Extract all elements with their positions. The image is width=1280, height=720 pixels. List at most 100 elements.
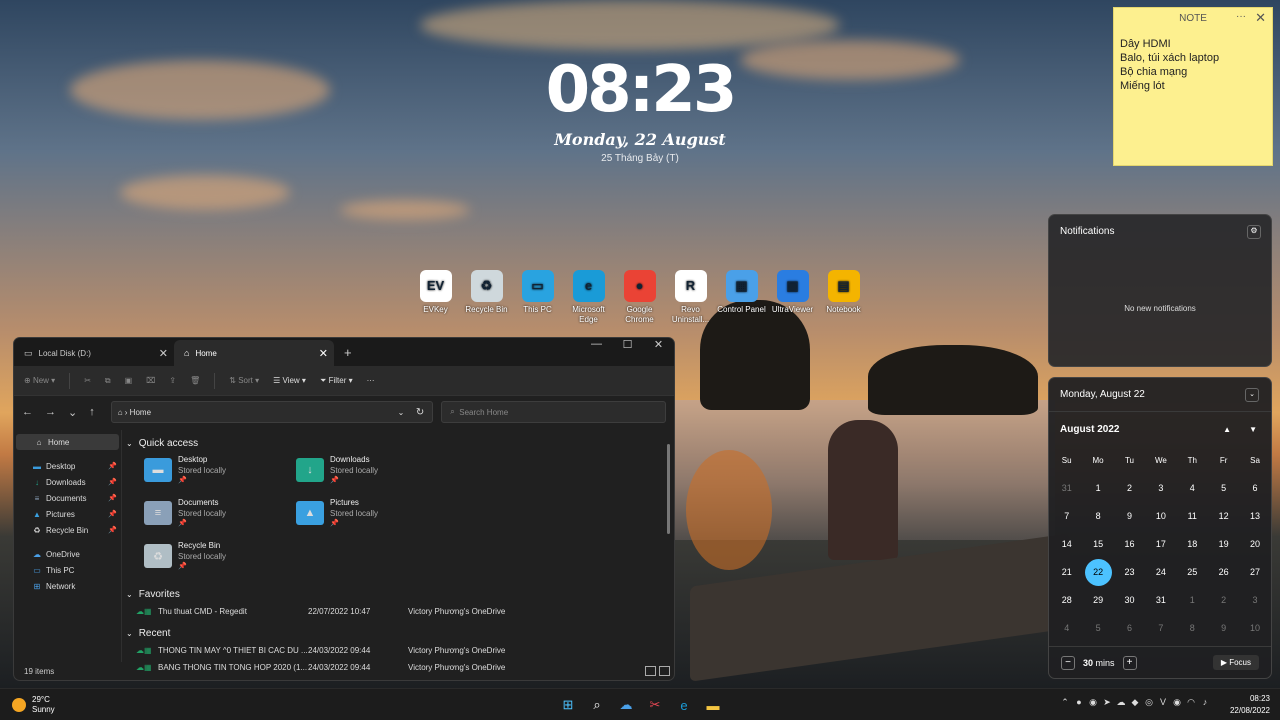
calendar-day[interactable]: 8 — [1177, 614, 1208, 642]
calendar-day[interactable]: 7 — [1145, 614, 1176, 642]
nav-item-recycle-bin[interactable]: ♻ Recycle Bin 📌 — [14, 522, 121, 538]
calendar-day[interactable]: 9 — [1114, 502, 1145, 530]
calendar-day[interactable]: 1 — [1177, 586, 1208, 614]
calendar-day[interactable]: 9 — [1208, 614, 1239, 642]
share-icon[interactable]: ⇪ — [169, 376, 176, 385]
file-explorer-window[interactable]: ▭ Local Disk (D:) ✕ ⌂ Home ✕ + — ☐ ✕ ⊕ N… — [13, 337, 675, 681]
evkey-tray-icon[interactable]: V — [1158, 697, 1168, 708]
note-body[interactable]: Dây HDMI Balo, túi xách laptop Bộ chia m… — [1114, 28, 1272, 102]
calendar-day[interactable]: 6 — [1239, 474, 1270, 502]
quick-access-item[interactable]: ♻ Recycle Bin Stored locally 📌 — [144, 538, 296, 581]
view-button[interactable]: ☰ View ▾ — [273, 376, 306, 385]
calendar-day[interactable]: 22 — [1084, 558, 1112, 586]
calendar-day[interactable]: 21 — [1051, 558, 1082, 586]
search-icon[interactable]: ⌕ — [585, 693, 609, 717]
snipping-tool-icon[interactable]: ✂ — [643, 693, 667, 717]
collapse-icon[interactable]: ⌄ — [1245, 387, 1259, 402]
calendar-day[interactable]: 30 — [1114, 586, 1145, 614]
file-row[interactable]: ☁▦ THONG TIN MAY ^0 THIET BI CAC DU ... 24… — [126, 642, 674, 659]
weather-widget[interactable]: 29°C Sunny — [12, 695, 55, 715]
section-quick-access[interactable]: ⌄ Quick access — [126, 434, 674, 452]
calendar-day[interactable]: 28 — [1051, 586, 1082, 614]
up-button[interactable]: ↑ — [89, 406, 95, 418]
new-tab-button[interactable]: + — [344, 340, 352, 366]
desktop-icon[interactable]: ▭ This PC — [512, 270, 563, 325]
desktop-icon[interactable]: ♻ Recycle Bin — [461, 270, 512, 325]
nav-item-network[interactable]: ⊞ Network — [14, 578, 121, 594]
calendar-day[interactable]: 16 — [1114, 530, 1145, 558]
calendar-day[interactable]: 20 — [1239, 530, 1270, 558]
search-input[interactable]: ⌕ Search Home — [441, 401, 666, 423]
calendar-day[interactable]: 18 — [1177, 530, 1208, 558]
tab-home[interactable]: ⌂ Home ✕ — [174, 340, 334, 366]
focus-button[interactable]: ▶ Focus — [1212, 655, 1259, 670]
quick-access-item[interactable]: ▲ Pictures Stored locally 📌 — [296, 495, 448, 538]
nav-item-documents[interactable]: ≡ Documents 📌 — [14, 490, 121, 506]
desktop-icon[interactable]: ● Google Chrome — [614, 270, 665, 325]
nav-item-onedrive[interactable]: ☁ OneDrive — [14, 546, 121, 562]
desktop-icon[interactable]: R Revo Uninstall... — [665, 270, 716, 325]
nav-item-this-pc[interactable]: ▭ This PC — [14, 562, 121, 578]
scrollbar[interactable] — [667, 444, 670, 534]
delete-icon[interactable]: 🗑 — [190, 376, 200, 385]
calendar-day[interactable]: 31 — [1051, 474, 1082, 502]
close-tab-icon[interactable]: ✕ — [319, 347, 328, 360]
calendar-day[interactable]: 15 — [1082, 530, 1113, 558]
calendar-day[interactable]: 11 — [1177, 502, 1208, 530]
onedrive-icon[interactable]: ☁ — [614, 693, 638, 717]
tray-app-icon[interactable]: ◉ — [1172, 697, 1182, 708]
tray-app-icon[interactable]: ◆ — [1130, 697, 1140, 708]
tray-app-icon[interactable]: ☁ — [1116, 697, 1126, 708]
tray-app-icon[interactable]: ● — [1074, 697, 1084, 708]
sort-button[interactable]: ⇅ Sort ▾ — [229, 376, 259, 385]
calendar-day[interactable]: 14 — [1051, 530, 1082, 558]
note-titlebar[interactable]: NOTE ··· ✕ — [1114, 8, 1272, 28]
desktop-icon[interactable]: e Microsoft Edge — [563, 270, 614, 325]
paste-icon[interactable]: ▣ — [125, 376, 133, 385]
quick-access-item[interactable]: ↓ Downloads Stored locally 📌 — [296, 452, 448, 495]
calendar-day[interactable]: 6 — [1114, 614, 1145, 642]
new-button[interactable]: ⊕ New ▾ — [24, 376, 55, 385]
tab-local-disk[interactable]: ▭ Local Disk (D:) ✕ — [14, 340, 174, 366]
calendar-day[interactable]: 5 — [1208, 474, 1239, 502]
address-bar[interactable]: ⌂ › Home ⌄ ↻ — [110, 401, 434, 423]
details-view-button[interactable] — [645, 666, 656, 676]
increase-minutes-button[interactable]: + — [1122, 655, 1137, 670]
calendar-day[interactable]: 26 — [1208, 558, 1239, 586]
desktop-icon[interactable]: ▤ Notebook — [818, 270, 869, 325]
calendar-day[interactable]: 7 — [1051, 502, 1082, 530]
calendar-day[interactable]: 1 — [1082, 474, 1113, 502]
calendar-day[interactable]: 19 — [1208, 530, 1239, 558]
wifi-icon[interactable]: ◠ — [1186, 697, 1196, 708]
previous-month-icon[interactable]: ▲ — [1223, 425, 1231, 434]
close-tab-icon[interactable]: ✕ — [159, 347, 168, 360]
calendar-day[interactable]: 27 — [1239, 558, 1270, 586]
calendar-day[interactable]: 3 — [1239, 586, 1270, 614]
calendar-day[interactable]: 24 — [1145, 558, 1176, 586]
calendar-day[interactable]: 31 — [1145, 586, 1176, 614]
desktop-icon[interactable]: ▣ UltraViewer — [767, 270, 818, 325]
filter-button[interactable]: ⏷ Filter ▾ — [320, 376, 353, 386]
quick-access-item[interactable]: ≡ Documents Stored locally 📌 — [144, 495, 296, 538]
file-row[interactable]: ☁▦ Thu thuat CMD - Regedit 22/07/2022 10:4… — [126, 603, 674, 620]
back-button[interactable]: ← — [22, 406, 33, 418]
refresh-button[interactable]: ↻ — [416, 407, 424, 418]
desktop-icon[interactable]: EV EVKey — [410, 270, 461, 325]
desktop-icon[interactable]: ▦ Control Panel — [716, 270, 767, 325]
chevron-up-icon[interactable]: ⌃ — [1060, 697, 1070, 708]
volume-icon[interactable]: ♪ — [1200, 697, 1210, 708]
more-icon[interactable]: ··· — [1236, 11, 1246, 22]
rename-icon[interactable]: ⌧ — [146, 376, 155, 385]
forward-button[interactable]: → — [45, 406, 56, 418]
calendar-day[interactable]: 4 — [1177, 474, 1208, 502]
calendar-day[interactable]: 25 — [1177, 558, 1208, 586]
more-options-button[interactable]: ··· — [367, 376, 375, 385]
decrease-minutes-button[interactable]: − — [1061, 655, 1075, 670]
telegram-icon[interactable]: ➤ — [1102, 697, 1112, 708]
minimize-button[interactable]: — — [581, 338, 612, 354]
close-window-button[interactable]: ✕ — [643, 338, 674, 354]
calendar-day[interactable]: 23 — [1114, 558, 1145, 586]
start-icon[interactable]: ⊞ — [556, 693, 580, 717]
calendar-day[interactable]: 5 — [1082, 614, 1113, 642]
calendar-day[interactable]: 10 — [1239, 614, 1270, 642]
